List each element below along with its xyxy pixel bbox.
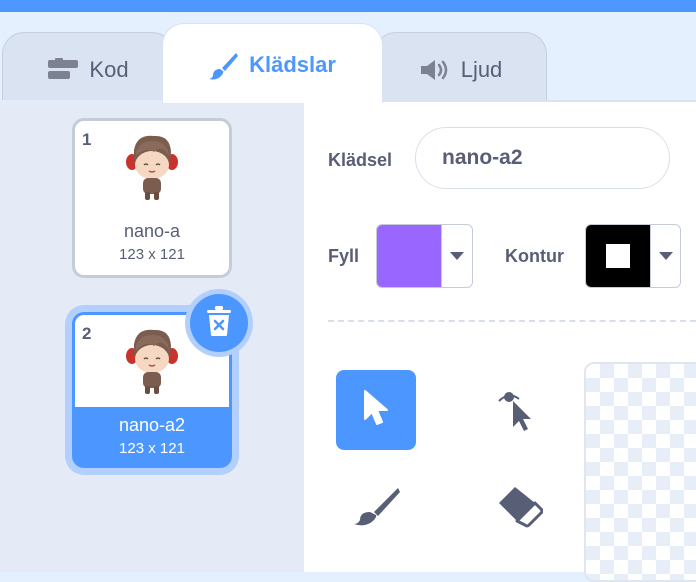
costume-item-1[interactable]: 1 nano-a 123 x 121 <box>72 118 232 278</box>
brush-icon <box>352 486 400 531</box>
tab-costumes[interactable]: Klädslar <box>162 23 383 103</box>
sprite-image <box>126 135 178 200</box>
costume-size: 123 x 121 <box>119 440 185 457</box>
select-tool-button[interactable] <box>336 370 416 450</box>
reshape-icon <box>495 385 541 436</box>
outline-color-picker[interactable] <box>585 224 681 288</box>
eraser-icon <box>497 483 544 534</box>
tab-sound[interactable]: Ljud <box>374 32 547 102</box>
fill-label: Fyll <box>328 246 360 266</box>
outline-label: Kontur <box>505 246 564 266</box>
toolbar-divider <box>328 320 696 322</box>
arrow-select-icon <box>362 389 390 432</box>
costume-name: nano-a2 <box>118 415 186 435</box>
fill-color-picker[interactable] <box>376 224 473 288</box>
outline-color-swatch <box>586 225 650 287</box>
brush-tool-button[interactable] <box>336 468 416 548</box>
costume-number: 1 <box>82 130 92 149</box>
delete-costume-button[interactable] <box>190 294 248 352</box>
chevron-down-icon <box>441 225 472 287</box>
tab-code-label: Kod <box>89 57 129 82</box>
paintbrush-icon <box>209 52 239 80</box>
costume-name-label: Klädsel <box>328 150 393 170</box>
speaker-icon <box>419 57 451 83</box>
reshape-tool-button[interactable] <box>478 370 558 450</box>
chevron-down-icon <box>650 225 680 287</box>
fill-color-swatch <box>377 225 441 287</box>
costume-name-input[interactable]: nano-a2 <box>415 127 670 189</box>
paint-canvas[interactable] <box>584 362 696 582</box>
top-menu-bar <box>0 0 696 12</box>
sprite-image <box>126 329 178 394</box>
code-blocks-icon <box>47 57 79 83</box>
costume-thumbnail <box>75 121 229 213</box>
costume-name: nano-a <box>123 221 181 241</box>
tab-sound-label: Ljud <box>460 57 503 82</box>
trash-icon <box>204 305 234 342</box>
costume-number: 2 <box>82 324 92 343</box>
tab-code[interactable]: Kod <box>2 32 174 102</box>
tab-costumes-label: Klädslar <box>249 52 336 77</box>
costume-size: 123 x 121 <box>119 246 185 263</box>
eraser-tool-button[interactable] <box>480 468 560 548</box>
